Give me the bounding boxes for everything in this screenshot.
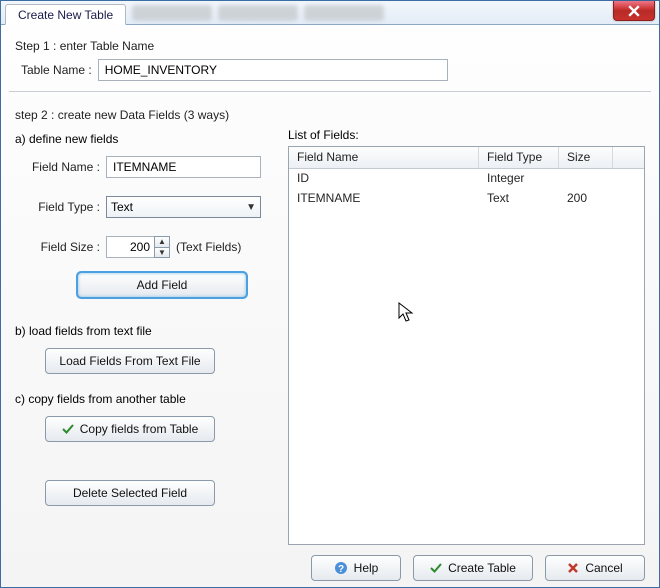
list-of-fields-label: List of Fields: — [288, 128, 645, 142]
inactive-tab-blur — [132, 5, 212, 21]
cancel-button[interactable]: Cancel — [545, 555, 645, 581]
field-size-spinner[interactable]: ▲ ▼ — [106, 236, 170, 258]
table-row[interactable]: ITEMNAMEText200 — [289, 189, 644, 209]
inactive-tab-blur — [218, 5, 298, 21]
section-b-label: b) load fields from text file — [15, 324, 270, 338]
checkmark-icon — [430, 562, 442, 574]
field-type-value: Text — [111, 200, 133, 214]
load-fields-from-file-button[interactable]: Load Fields From Text File — [45, 348, 215, 374]
help-button[interactable]: ? Help — [311, 555, 401, 581]
left-panel: a) define new fields Field Name : Field … — [15, 128, 270, 545]
copy-fields-label: Copy fields from Table — [80, 422, 199, 436]
table-name-label: Table Name : — [21, 63, 92, 77]
copy-fields-button[interactable]: Copy fields from Table — [45, 416, 215, 442]
chevron-down-icon: ▼ — [246, 202, 256, 213]
table-row[interactable]: IDInteger — [289, 169, 644, 189]
create-table-button[interactable]: Create Table — [413, 555, 533, 581]
col-header-type[interactable]: Field Type — [479, 147, 559, 168]
delete-selected-label: Delete Selected Field — [73, 486, 187, 500]
inactive-tab-blur — [304, 5, 384, 21]
load-fields-label: Load Fields From Text File — [59, 354, 200, 368]
cancel-icon — [567, 562, 579, 574]
cell-name: ITEMNAME — [289, 189, 479, 209]
col-header-name[interactable]: Field Name — [289, 147, 479, 168]
cell-name: ID — [289, 169, 479, 189]
svg-text:?: ? — [338, 564, 344, 575]
field-name-label: Field Name : — [25, 160, 100, 174]
close-icon — [628, 5, 640, 17]
cell-size: 200 — [559, 189, 613, 209]
window-close-button[interactable] — [613, 1, 655, 21]
help-label: Help — [354, 561, 379, 575]
field-size-label: Field Size : — [25, 240, 100, 254]
dialog-content: Step 1 : enter Table Name Table Name : s… — [1, 25, 659, 587]
spinner-down-button[interactable]: ▼ — [154, 247, 170, 259]
cell-type: Text — [479, 189, 559, 209]
section-a-label: a) define new fields — [15, 132, 270, 146]
dialog-create-new-table: Create New Table Step 1 : enter Table Na… — [0, 0, 660, 588]
field-name-input[interactable] — [106, 156, 261, 178]
field-type-label: Field Type : — [25, 200, 100, 214]
field-size-suffix: (Text Fields) — [176, 240, 241, 254]
titlebar: Create New Table — [1, 1, 659, 25]
cell-type: Integer — [479, 169, 559, 189]
right-panel: List of Fields: Field Name Field Type Si… — [288, 128, 645, 545]
add-field-button[interactable]: Add Field — [77, 272, 247, 298]
help-icon: ? — [334, 561, 348, 575]
fields-table-body: IDIntegerITEMNAMEText200 — [289, 169, 644, 544]
fields-table-header: Field Name Field Type Size — [289, 147, 644, 169]
section-c-label: c) copy fields from another table — [15, 392, 270, 406]
spinner-up-button[interactable]: ▲ — [154, 236, 170, 247]
field-size-input[interactable] — [106, 236, 154, 258]
create-table-label: Create Table — [448, 561, 516, 575]
step2-label: step 2 : create new Data Fields (3 ways) — [15, 108, 645, 122]
cell-size — [559, 169, 613, 189]
dialog-title: Create New Table — [5, 4, 126, 25]
cancel-label: Cancel — [585, 561, 622, 575]
checkmark-icon — [62, 423, 74, 435]
fields-table[interactable]: Field Name Field Type Size IDIntegerITEM… — [288, 146, 645, 545]
add-field-label: Add Field — [137, 278, 188, 292]
col-header-size[interactable]: Size — [559, 147, 613, 168]
field-type-select[interactable]: Text ▼ — [106, 196, 261, 218]
delete-selected-field-button[interactable]: Delete Selected Field — [45, 480, 215, 506]
table-name-input[interactable] — [98, 59, 448, 81]
dialog-title-text: Create New Table — [18, 8, 113, 22]
dialog-footer: ? Help Create Table Cancel — [15, 545, 645, 581]
step1-label: Step 1 : enter Table Name — [15, 39, 645, 53]
